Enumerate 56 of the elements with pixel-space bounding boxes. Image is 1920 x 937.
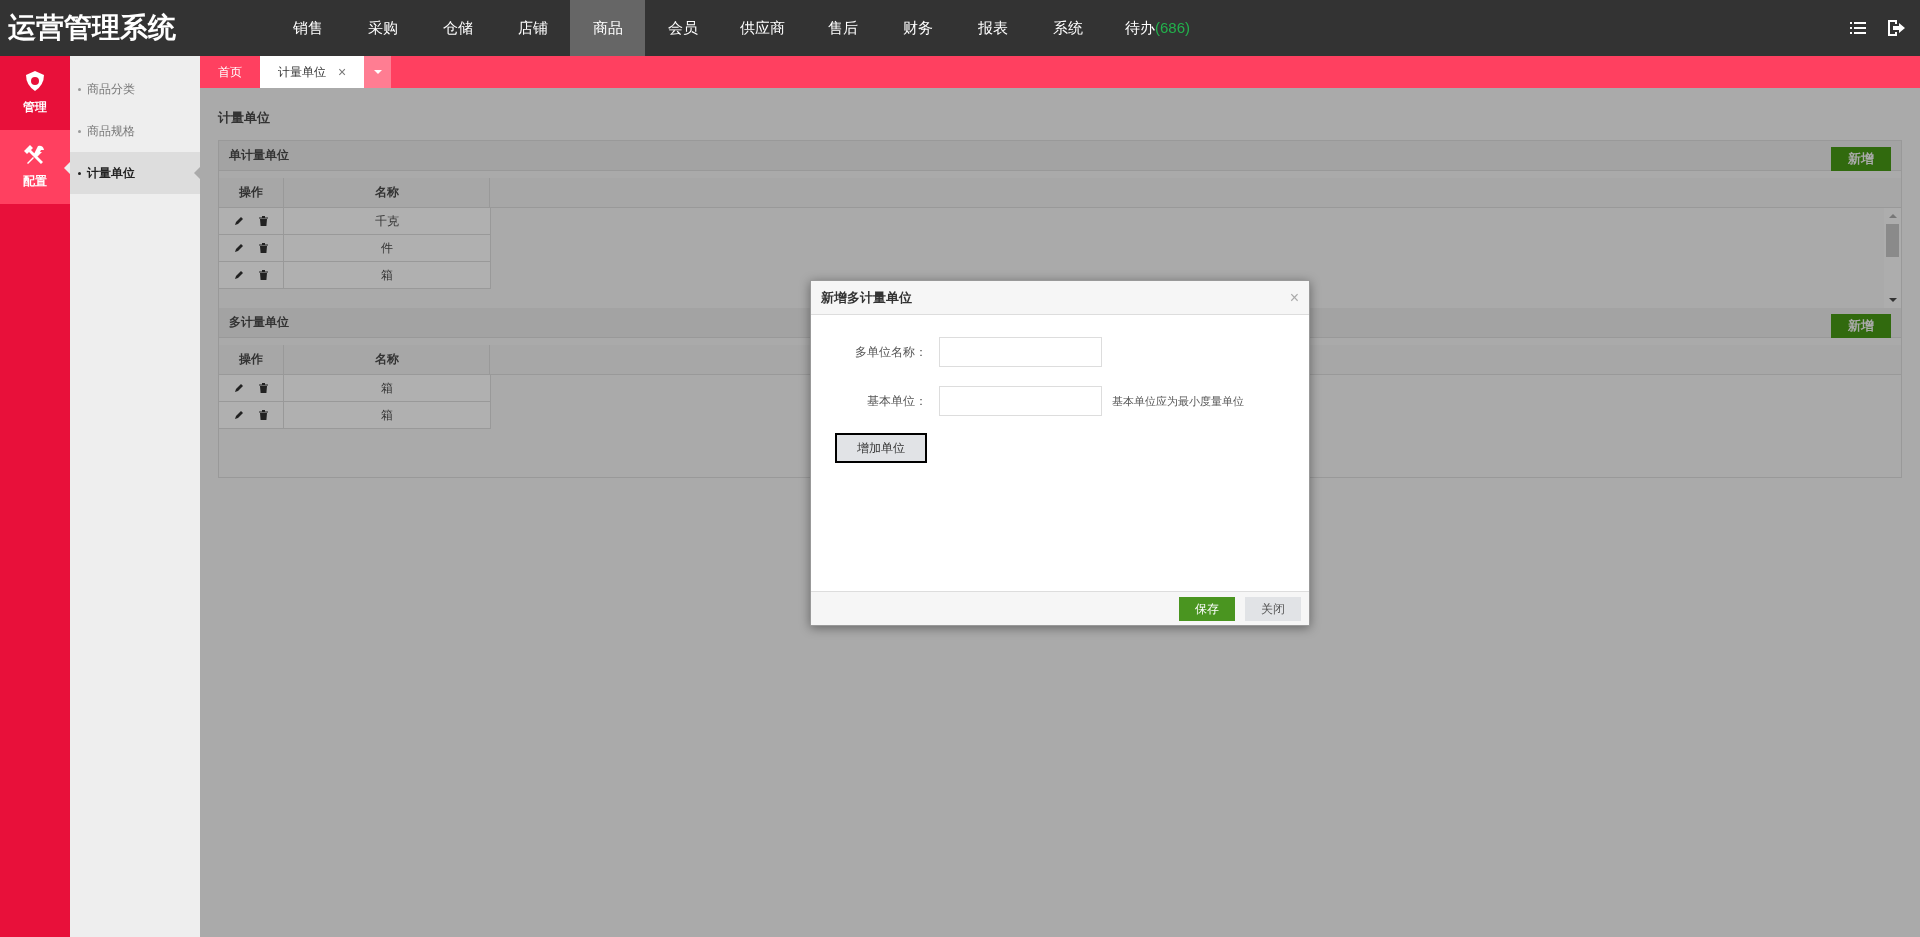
trash-icon[interactable] bbox=[259, 269, 268, 280]
add-unit-button[interactable]: 增加单位 bbox=[835, 433, 927, 463]
table-cell-text: 千克 bbox=[374, 212, 400, 230]
field-hint: 基本单位应为最小度量单位 bbox=[1112, 393, 1244, 409]
input-field[interactable] bbox=[939, 337, 1102, 367]
nav-item[interactable]: 报表 bbox=[955, 0, 1030, 56]
field-label: 多单位名称： bbox=[854, 344, 927, 361]
pencil-icon[interactable] bbox=[234, 269, 244, 280]
trash-icon[interactable] bbox=[259, 242, 268, 253]
module-item[interactable]: 管理 bbox=[0, 56, 70, 130]
nav-item[interactable]: 待办(686) bbox=[1105, 0, 1211, 56]
app-title: 运营管理系统 bbox=[7, 10, 177, 46]
submenu-item[interactable]: 计量单位 bbox=[70, 152, 200, 194]
close-button[interactable]: 关闭 bbox=[1245, 596, 1301, 621]
nav-item[interactable]: 商品 bbox=[570, 0, 645, 56]
pencil-icon[interactable] bbox=[234, 215, 244, 226]
save-button[interactable]: 保存 bbox=[1179, 596, 1235, 621]
nav-item[interactable]: 采购 bbox=[345, 0, 420, 56]
page-title: 计量单位 bbox=[218, 109, 271, 127]
pointer-icon bbox=[194, 167, 200, 179]
column-header: 操作 bbox=[219, 344, 284, 374]
submenu-item[interactable]: 商品分类 bbox=[70, 68, 200, 110]
column-header: 名称 bbox=[284, 177, 490, 207]
column-header: 操作 bbox=[219, 177, 284, 207]
nav-item[interactable]: 售后 bbox=[805, 0, 880, 56]
table-cell-text: 件 bbox=[380, 239, 394, 257]
field-label: 基本单位： bbox=[866, 393, 927, 410]
nav-item[interactable]: 供应商 bbox=[720, 0, 805, 56]
list-icon[interactable] bbox=[1850, 21, 1866, 35]
pencil-icon[interactable] bbox=[234, 382, 244, 393]
tools-icon bbox=[24, 144, 46, 166]
panel-title: 多计量单位 bbox=[229, 314, 289, 331]
trash-icon[interactable] bbox=[259, 409, 268, 420]
caret-icon bbox=[373, 70, 382, 74]
close-icon[interactable]: × bbox=[338, 61, 347, 83]
column-header: 名称 bbox=[284, 344, 490, 374]
nav-item[interactable]: 系统 bbox=[1030, 0, 1105, 56]
panel-title: 单计量单位 bbox=[229, 147, 289, 164]
nav-item[interactable]: 仓储 bbox=[420, 0, 495, 56]
pencil-icon[interactable] bbox=[234, 409, 244, 420]
tab[interactable]: 计量单位 × bbox=[260, 56, 365, 88]
shield-icon bbox=[24, 70, 46, 92]
submenu-item[interactable]: 商品规格 bbox=[70, 110, 200, 152]
table-cell-text: 箱 bbox=[380, 406, 394, 424]
nav-item[interactable]: 财务 bbox=[880, 0, 955, 56]
input-field[interactable] bbox=[939, 386, 1102, 416]
logout-icon[interactable] bbox=[1888, 20, 1906, 36]
trash-icon[interactable] bbox=[259, 215, 268, 226]
table-cell-text: 箱 bbox=[380, 266, 394, 284]
pencil-icon[interactable] bbox=[234, 242, 244, 253]
dialog-title: 新增多计量单位 bbox=[821, 288, 912, 307]
table-cell-text: 箱 bbox=[380, 379, 394, 397]
nav-item[interactable]: 销售 bbox=[270, 0, 345, 56]
trash-icon[interactable] bbox=[259, 382, 268, 393]
nav-item[interactable]: 店铺 bbox=[495, 0, 570, 56]
nav-item[interactable]: 会员 bbox=[645, 0, 720, 56]
